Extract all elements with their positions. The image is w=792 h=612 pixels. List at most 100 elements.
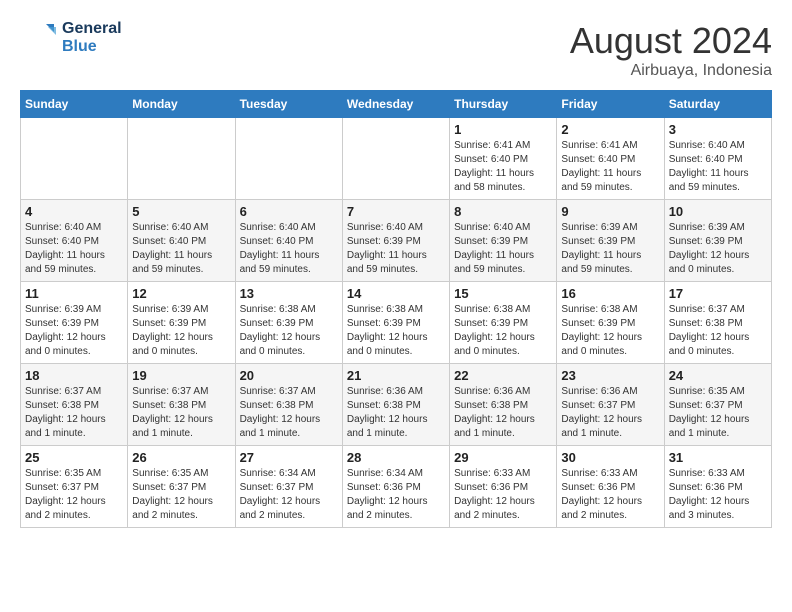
day-number: 22: [454, 368, 552, 383]
calendar-cell: 23 Sunrise: 6:36 AMSunset: 6:37 PMDayligh…: [557, 364, 664, 446]
day-info: Sunrise: 6:40 AMSunset: 6:40 PMDaylight:…: [25, 221, 123, 277]
day-info: Sunrise: 6:33 AMSunset: 6:36 PMDaylight:…: [669, 467, 767, 523]
page-header: General Blue August 2024 Airbuaya, Indon…: [20, 20, 772, 80]
day-number: 10: [669, 204, 767, 219]
day-info: Sunrise: 6:36 AMSunset: 6:38 PMDaylight:…: [347, 385, 445, 441]
calendar-cell: 1Sunrise: 6:41 AMSunset: 6:40 PMDaylight…: [450, 118, 557, 200]
day-number: 27: [240, 450, 338, 465]
day-number: 19: [132, 368, 230, 383]
col-header-wednesday: Wednesday: [342, 91, 449, 118]
calendar-cell: 26 Sunrise: 6:35 AMSunset: 6:37 PMDayligh…: [128, 446, 235, 528]
day-number: 17: [669, 286, 767, 301]
day-info: Sunrise: 6:35 AMSunset: 6:37 PMDaylight:…: [669, 385, 767, 441]
day-number: 4: [25, 204, 123, 219]
calendar-cell: [21, 118, 128, 200]
day-number: 14: [347, 286, 445, 301]
calendar-cell: 28Sunrise: 6:34 AMSunset: 6:36 PMDayligh…: [342, 446, 449, 528]
day-number: 25: [25, 450, 123, 465]
day-number: 31: [669, 450, 767, 465]
day-info: Sunrise: 6:41 AMSunset: 6:40 PMDaylight:…: [454, 139, 552, 195]
day-info: Sunrise: 6:37 AMSunset: 6:38 PMDaylight:…: [669, 303, 767, 359]
calendar-cell: 22 Sunrise: 6:36 AMSunset: 6:38 PMDayligh…: [450, 364, 557, 446]
day-number: 30: [561, 450, 659, 465]
logo-line1: General: [62, 20, 122, 38]
day-number: 3: [669, 122, 767, 137]
logo-svg: [20, 20, 56, 56]
day-number: 7: [347, 204, 445, 219]
calendar-cell: 6Sunrise: 6:40 AMSunset: 6:40 PMDaylight…: [235, 200, 342, 282]
day-number: 29: [454, 450, 552, 465]
calendar-header-row: SundayMondayTuesdayWednesdayThursdayFrid…: [21, 91, 772, 118]
day-info: Sunrise: 6:37 AMSunset: 6:38 PMDaylight:…: [240, 385, 338, 441]
logo-line2: Blue: [62, 38, 122, 56]
day-number: 15: [454, 286, 552, 301]
calendar-week-row: 25 Sunrise: 6:35 AMSunset: 6:37 PMDayligh…: [21, 446, 772, 528]
day-info: Sunrise: 6:38 AMSunset: 6:39 PMDaylight:…: [347, 303, 445, 359]
calendar-cell: 7Sunrise: 6:40 AMSunset: 6:39 PMDaylight…: [342, 200, 449, 282]
day-number: 13: [240, 286, 338, 301]
day-number: 16: [561, 286, 659, 301]
title-block: August 2024 Airbuaya, Indonesia: [570, 20, 772, 80]
calendar-cell: [235, 118, 342, 200]
day-info: Sunrise: 6:40 AMSunset: 6:40 PMDaylight:…: [669, 139, 767, 195]
calendar-table: SundayMondayTuesdayWednesdayThursdayFrid…: [20, 90, 772, 528]
day-number: 18: [25, 368, 123, 383]
month-year-title: August 2024: [570, 20, 772, 62]
day-info: Sunrise: 6:39 AMSunset: 6:39 PMDaylight:…: [25, 303, 123, 359]
calendar-cell: 18 Sunrise: 6:37 AMSunset: 6:38 PMDayligh…: [21, 364, 128, 446]
day-number: 12: [132, 286, 230, 301]
calendar-week-row: 4 Sunrise: 6:40 AMSunset: 6:40 PMDaylight…: [21, 200, 772, 282]
calendar-cell: 20 Sunrise: 6:37 AMSunset: 6:38 PMDayligh…: [235, 364, 342, 446]
day-info: Sunrise: 6:39 AMSunset: 6:39 PMDaylight:…: [561, 221, 659, 277]
day-number: 20: [240, 368, 338, 383]
calendar-cell: 2Sunrise: 6:41 AMSunset: 6:40 PMDaylight…: [557, 118, 664, 200]
day-info: Sunrise: 6:33 AMSunset: 6:36 PMDaylight:…: [454, 467, 552, 523]
calendar-cell: 16 Sunrise: 6:38 AMSunset: 6:39 PMDayligh…: [557, 282, 664, 364]
day-info: Sunrise: 6:38 AMSunset: 6:39 PMDaylight:…: [454, 303, 552, 359]
day-number: 24: [669, 368, 767, 383]
calendar-cell: 21 Sunrise: 6:36 AMSunset: 6:38 PMDayligh…: [342, 364, 449, 446]
day-info: Sunrise: 6:35 AMSunset: 6:37 PMDaylight:…: [132, 467, 230, 523]
day-number: 26: [132, 450, 230, 465]
day-info: Sunrise: 6:33 AMSunset: 6:36 PMDaylight:…: [561, 467, 659, 523]
day-number: 21: [347, 368, 445, 383]
calendar-cell: 19Sunrise: 6:37 AMSunset: 6:38 PMDayligh…: [128, 364, 235, 446]
day-info: Sunrise: 6:34 AMSunset: 6:36 PMDaylight:…: [347, 467, 445, 523]
day-number: 8: [454, 204, 552, 219]
calendar-cell: 24 Sunrise: 6:35 AMSunset: 6:37 PMDayligh…: [664, 364, 771, 446]
calendar-cell: 30 Sunrise: 6:33 AMSunset: 6:36 PMDayligh…: [557, 446, 664, 528]
day-info: Sunrise: 6:39 AMSunset: 6:39 PMDaylight:…: [669, 221, 767, 277]
col-header-monday: Monday: [128, 91, 235, 118]
calendar-cell: 11 Sunrise: 6:39 AMSunset: 6:39 PMDayligh…: [21, 282, 128, 364]
day-number: 11: [25, 286, 123, 301]
day-info: Sunrise: 6:35 AMSunset: 6:37 PMDaylight:…: [25, 467, 123, 523]
calendar-cell: 3 Sunrise: 6:40 AMSunset: 6:40 PMDaylight…: [664, 118, 771, 200]
calendar-cell: [342, 118, 449, 200]
day-info: Sunrise: 6:36 AMSunset: 6:38 PMDaylight:…: [454, 385, 552, 441]
col-header-thursday: Thursday: [450, 91, 557, 118]
day-info: Sunrise: 6:38 AMSunset: 6:39 PMDaylight:…: [240, 303, 338, 359]
day-info: Sunrise: 6:37 AMSunset: 6:38 PMDaylight:…: [25, 385, 123, 441]
calendar-cell: 4 Sunrise: 6:40 AMSunset: 6:40 PMDaylight…: [21, 200, 128, 282]
calendar-cell: 17 Sunrise: 6:37 AMSunset: 6:38 PMDayligh…: [664, 282, 771, 364]
calendar-cell: 27Sunrise: 6:34 AMSunset: 6:37 PMDayligh…: [235, 446, 342, 528]
calendar-week-row: 1Sunrise: 6:41 AMSunset: 6:40 PMDaylight…: [21, 118, 772, 200]
calendar-cell: 25 Sunrise: 6:35 AMSunset: 6:37 PMDayligh…: [21, 446, 128, 528]
day-number: 23: [561, 368, 659, 383]
calendar-cell: [128, 118, 235, 200]
location-subtitle: Airbuaya, Indonesia: [570, 62, 772, 80]
day-info: Sunrise: 6:40 AMSunset: 6:39 PMDaylight:…: [454, 221, 552, 277]
day-info: Sunrise: 6:36 AMSunset: 6:37 PMDaylight:…: [561, 385, 659, 441]
day-info: Sunrise: 6:38 AMSunset: 6:39 PMDaylight:…: [561, 303, 659, 359]
logo: General Blue: [20, 20, 122, 57]
day-info: Sunrise: 6:39 AMSunset: 6:39 PMDaylight:…: [132, 303, 230, 359]
col-header-sunday: Sunday: [21, 91, 128, 118]
calendar-cell: 5Sunrise: 6:40 AMSunset: 6:40 PMDaylight…: [128, 200, 235, 282]
day-info: Sunrise: 6:40 AMSunset: 6:40 PMDaylight:…: [132, 221, 230, 277]
calendar-cell: 8 Sunrise: 6:40 AMSunset: 6:39 PMDaylight…: [450, 200, 557, 282]
col-header-friday: Friday: [557, 91, 664, 118]
calendar-cell: 15 Sunrise: 6:38 AMSunset: 6:39 PMDayligh…: [450, 282, 557, 364]
day-number: 6: [240, 204, 338, 219]
day-info: Sunrise: 6:41 AMSunset: 6:40 PMDaylight:…: [561, 139, 659, 195]
day-number: 9: [561, 204, 659, 219]
